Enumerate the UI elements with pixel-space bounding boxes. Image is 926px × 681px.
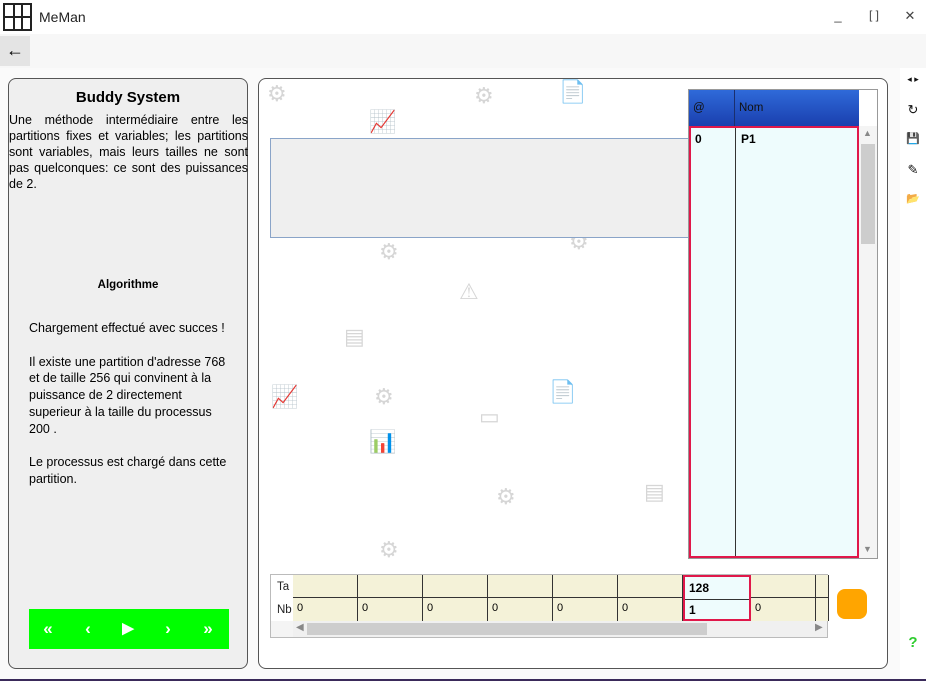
row-labels: Ta Nb: [271, 575, 293, 621]
toolbar: [0, 34, 926, 68]
horizontal-scrollbar[interactable]: ◀ ▶: [293, 621, 827, 637]
column-address[interactable]: @: [693, 102, 705, 114]
play-icon[interactable]: ▶: [116, 617, 140, 641]
cell-count: 0: [557, 602, 564, 614]
row-label-ta: Ta: [277, 581, 290, 593]
memory-cell-selected[interactable]: 128 1: [683, 575, 751, 621]
algorithm-log: Chargement effectué avec succes ! Il exi…: [29, 321, 227, 487]
back-arrow-icon[interactable]: ←: [0, 36, 30, 66]
row-address: 0: [695, 132, 702, 146]
scroll-down-icon[interactable]: ▼: [863, 544, 872, 554]
algorithm-heading: Algorithme: [97, 279, 159, 291]
scroll-left-icon[interactable]: ◀: [296, 622, 304, 633]
cell-count: 0: [362, 602, 369, 614]
open-folder-icon[interactable]: 📂: [900, 192, 926, 205]
decor-chart-icon: 📈: [369, 109, 397, 134]
scroll-thumb[interactable]: [307, 623, 707, 635]
decor-chart-icon: 📈: [271, 384, 299, 409]
memory-cell[interactable]: 0: [488, 575, 553, 621]
decor-chart-icon: 📊: [369, 429, 397, 454]
reset-icon[interactable]: ↻: [900, 102, 926, 118]
decor-chip-icon: ⚙: [474, 83, 494, 108]
cell-count: 1: [689, 603, 696, 617]
window-title: MeMan: [39, 9, 86, 25]
cell-count: 0: [427, 602, 434, 614]
memory-cell[interactable]: 0: [423, 575, 488, 621]
decor-chip-icon: ⚙: [379, 239, 399, 264]
row-name: P1: [741, 132, 756, 146]
previous-step-icon[interactable]: ‹: [76, 617, 100, 641]
last-step-icon[interactable]: »: [196, 617, 220, 641]
memory-cell[interactable]: 0: [358, 575, 423, 621]
first-step-icon[interactable]: «: [36, 617, 60, 641]
info-panel: Buddy System Une méthode intermédiaire e…: [8, 78, 248, 669]
memory-cell[interactable]: 0: [293, 575, 358, 621]
minimize-button[interactable]: _: [828, 8, 848, 23]
collapse-arrows-icon[interactable]: ◂ ▸: [900, 74, 926, 85]
scroll-up-icon[interactable]: ▲: [863, 128, 872, 138]
scroll-thumb[interactable]: [861, 144, 875, 244]
panel-title: Buddy System: [75, 89, 181, 106]
scroll-right-icon[interactable]: ▶: [815, 622, 823, 633]
vertical-scrollbar[interactable]: ▲ ▼: [859, 126, 877, 558]
right-rail: ◂ ▸ ↻ 💾 ✎ 📂 ?: [900, 68, 926, 679]
next-step-icon[interactable]: ›: [156, 617, 180, 641]
title-bar: MeMan _ [ ] ✕: [0, 0, 926, 34]
memory-cell[interactable]: [816, 575, 829, 621]
playback-controls: « ‹ ▶ › »: [29, 609, 229, 649]
decor-chip-icon: ⚙: [374, 384, 394, 409]
decor-chip-icon: ⚙: [267, 81, 287, 106]
decor-ram-icon: ▤: [344, 324, 365, 349]
memory-panel: ⚙ 📈 ⚙ 📄 ⚙ ⚙ ⚠ ▤ 📈 ⚙ ▭ 📄 📊 ⚙ ▤ ⚙ @ Nom 0 …: [258, 78, 888, 669]
cell-count: 0: [492, 602, 499, 614]
cell-size: 128: [689, 581, 710, 595]
close-button[interactable]: ✕: [900, 8, 920, 24]
app-logo-icon: [3, 3, 32, 31]
decor-ram-icon: ▤: [644, 479, 665, 504]
memory-cell[interactable]: 0: [553, 575, 618, 621]
save-icon[interactable]: 💾: [900, 132, 926, 145]
cell-count: 0: [755, 602, 762, 614]
decor-card-icon: ▭: [479, 404, 500, 429]
memory-map-area: [270, 138, 690, 238]
decor-doc-icon: 📄: [549, 379, 577, 404]
method-description: Une méthode intermédiaire entre les part…: [9, 113, 248, 191]
maximize-button[interactable]: [ ]: [862, 8, 886, 22]
cell-count: 0: [622, 602, 629, 614]
decor-network-icon: ⚙: [496, 484, 516, 509]
memory-grid: Ta Nb 0 0 0 0 0 0 128 1 0 ◀ ▶: [270, 574, 829, 638]
app-window: MeMan _ [ ] ✕ ← ◂ ▸ ↻ 💾 ✎ 📂 ? Buddy Syst…: [0, 0, 926, 681]
column-name[interactable]: Nom: [739, 102, 763, 114]
memory-cell[interactable]: 0: [751, 575, 816, 621]
help-icon[interactable]: ?: [900, 634, 926, 651]
cell-count: 0: [297, 602, 304, 614]
memory-cells: 0 0 0 0 0 0 128 1 0: [293, 575, 829, 621]
memory-cell[interactable]: 0: [618, 575, 683, 621]
edit-pencil-icon[interactable]: ✎: [900, 162, 926, 178]
table-row[interactable]: 0 P1: [689, 126, 859, 558]
row-label-nb: Nb: [277, 604, 292, 616]
status-indicator-button[interactable]: [837, 589, 867, 619]
decor-alert-icon: ⚠: [459, 279, 479, 304]
decor-doc-icon: 📄: [559, 79, 587, 104]
partition-table: @ Nom 0 P1 ▲ ▼: [688, 89, 878, 559]
decor-chip-icon: ⚙: [379, 537, 399, 562]
partition-table-header: @ Nom: [689, 90, 859, 126]
